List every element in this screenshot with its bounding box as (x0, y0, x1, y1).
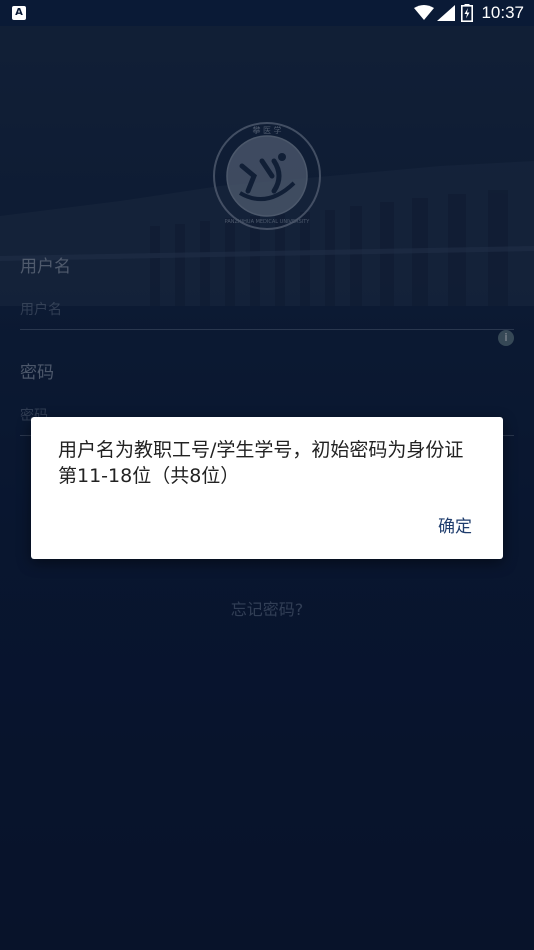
status-time: 10:37 (481, 3, 524, 22)
notification-a-icon: A (12, 6, 26, 20)
battery-charging-icon (461, 4, 473, 22)
info-dialog: 用户名为教职工号/学生学号，初始密码为身份证第11-18位（共8位） 确定 (31, 417, 503, 559)
signal-icon (437, 5, 455, 21)
ok-button[interactable]: 确定 (438, 512, 472, 537)
wifi-icon (414, 5, 434, 20)
dialog-message: 用户名为教职工号/学生学号，初始密码为身份证第11-18位（共8位） (58, 439, 464, 487)
status-bar: A 10:37 (0, 0, 534, 26)
